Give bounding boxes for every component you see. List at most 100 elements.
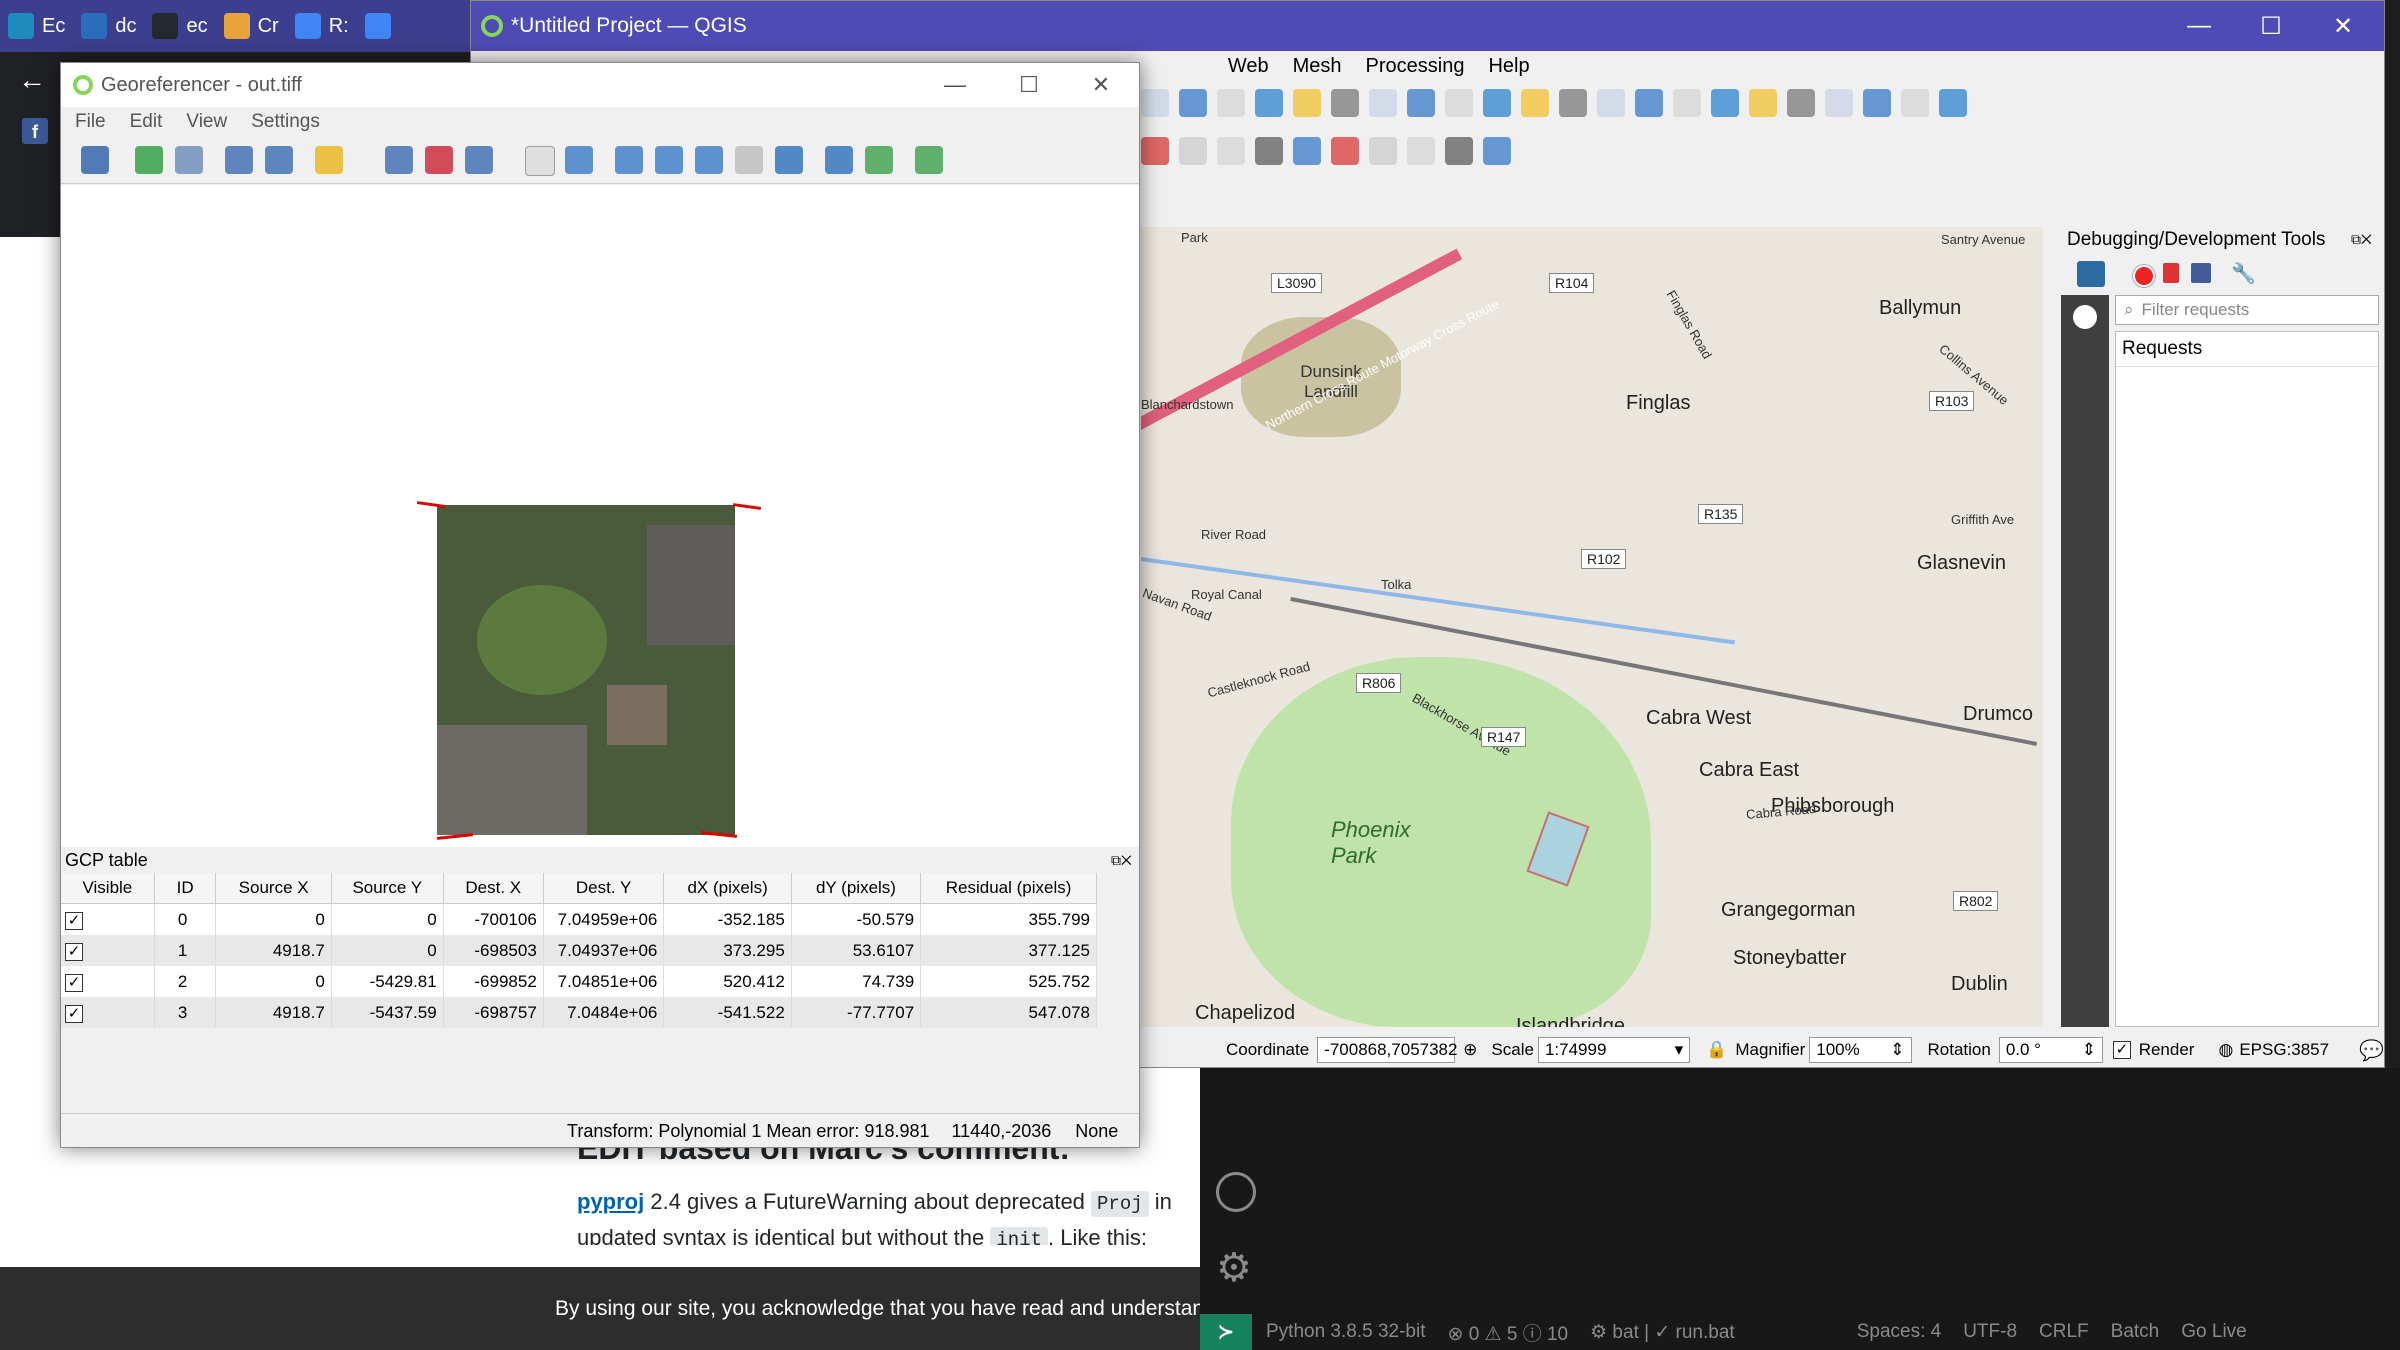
record-icon[interactable]: [2133, 265, 2155, 287]
toolbar-tool-icon[interactable]: [1407, 89, 1435, 117]
visible-checkbox[interactable]: ✓: [65, 973, 83, 992]
minimize-icon[interactable]: —: [2163, 1, 2235, 51]
vscode-status-item[interactable]: CRLF: [2039, 1321, 2089, 1343]
visible-checkbox[interactable]: ✓: [65, 1004, 83, 1023]
coordinate-field[interactable]: -700868,7057382: [1317, 1037, 1457, 1063]
vscode-status-item[interactable]: ⚙ bat | ✓ run.bat: [1590, 1321, 1735, 1344]
toolbar-tool-icon[interactable]: [1255, 137, 1283, 165]
georef-tool-icon[interactable]: [565, 146, 593, 174]
vscode-status-item[interactable]: Spaces: 4: [1857, 1321, 1942, 1343]
visible-checkbox[interactable]: ✓: [65, 942, 83, 961]
georef-menu-edit[interactable]: Edit: [130, 111, 163, 133]
georef-tool-icon[interactable]: [135, 146, 163, 174]
timer-icon[interactable]: [2073, 305, 2097, 329]
toolbar-tool-icon[interactable]: [1711, 89, 1739, 117]
rotation-spinbox[interactable]: 0.0 ° ⇕: [1998, 1037, 2104, 1063]
gcp-column-header[interactable]: Source Y: [331, 873, 444, 904]
toolbar-tool-icon[interactable]: [1331, 137, 1359, 165]
network-icon[interactable]: [2077, 261, 2105, 287]
toolbar-tool-icon[interactable]: [1521, 89, 1549, 117]
tools-icon[interactable]: 🔧: [2231, 261, 2256, 286]
requests-tree[interactable]: Requests: [2115, 331, 2379, 1027]
map-canvas[interactable]: Finglas Ballymun Glasnevin Cabra West Cabra …: [1141, 227, 2043, 1027]
messages-icon[interactable]: 💬: [2359, 1038, 2384, 1063]
toolbar-tool-icon[interactable]: [1863, 89, 1891, 117]
scale-combobox[interactable]: 1:74999 ▾: [1537, 1037, 1691, 1063]
save-icon[interactable]: [2191, 263, 2211, 283]
toolbar-tool-icon[interactable]: [1293, 89, 1321, 117]
gcp-table-row[interactable]: ✓ 1 4918.7 0 -698503 7.04937e+06 373.295 53.610…: [61, 935, 1097, 966]
gcp-visible-cell[interactable]: ✓: [61, 966, 155, 997]
vscode-status-item[interactable]: Go Live: [2181, 1321, 2246, 1343]
mouse-icon[interactable]: ⊕: [1463, 1040, 1477, 1060]
toolbar-tool-icon[interactable]: [1369, 137, 1397, 165]
vscode-status-item[interactable]: Python 3.8.5 32-bit: [1266, 1321, 1426, 1343]
toolbar-tool-icon[interactable]: [1293, 137, 1321, 165]
vscode-status-item[interactable]: ⊗ 0 ⚠ 5 ⓘ 10: [1448, 1319, 1569, 1346]
georef-tool-icon[interactable]: [315, 146, 343, 174]
browser-tab[interactable]: R:: [287, 0, 357, 52]
minimize-icon[interactable]: —: [919, 63, 991, 107]
vscode-status-item[interactable]: UTF-8: [1963, 1321, 2017, 1343]
georef-tool-icon[interactable]: [525, 146, 555, 176]
gcp-marker[interactable]: [732, 503, 762, 510]
georef-menu-view[interactable]: View: [186, 111, 227, 133]
lock-icon[interactable]: 🔒: [1706, 1040, 1727, 1060]
toolbar-tool-icon[interactable]: [1673, 89, 1701, 117]
toolbar-tool-icon[interactable]: [1255, 89, 1283, 117]
panel-float-icon[interactable]: ⧉✕: [2351, 231, 2372, 248]
menu-processing[interactable]: Processing: [1366, 55, 1465, 78]
toolbar-tool-icon[interactable]: [1369, 89, 1397, 117]
georef-tool-icon[interactable]: [225, 146, 253, 174]
gcp-visible-cell[interactable]: ✓: [61, 903, 155, 935]
facebook-icon[interactable]: f: [22, 118, 48, 144]
render-checkbox[interactable]: ✓: [2113, 1041, 2131, 1059]
toolbar-tool-icon[interactable]: [1179, 89, 1207, 117]
georef-tool-icon[interactable]: [615, 146, 643, 174]
georef-tool-icon[interactable]: [465, 146, 493, 174]
remote-icon[interactable]: ≻: [1200, 1314, 1252, 1350]
maximize-icon[interactable]: ☐: [993, 63, 1065, 107]
gcp-column-header[interactable]: ID: [154, 873, 217, 904]
settings-gear-icon[interactable]: ⚙: [1216, 1248, 1252, 1288]
vscode-status-item[interactable]: Batch: [2111, 1321, 2160, 1343]
back-arrow-icon[interactable]: ←: [18, 64, 46, 96]
gcp-marker[interactable]: [416, 501, 446, 508]
georef-tool-icon[interactable]: [915, 146, 943, 174]
toolbar-tool-icon[interactable]: [1901, 89, 1929, 117]
toolbar-tool-icon[interactable]: [1597, 89, 1625, 117]
gcp-column-header[interactable]: Source X: [215, 873, 332, 904]
toolbar-tool-icon[interactable]: [1217, 137, 1245, 165]
georef-tool-icon[interactable]: [265, 146, 293, 174]
georef-tool-icon[interactable]: [775, 146, 803, 174]
toolbar-tool-icon[interactable]: [1825, 89, 1853, 117]
georef-tool-icon[interactable]: [425, 146, 453, 174]
toolbar-tool-icon[interactable]: [1787, 89, 1815, 117]
toolbar-tool-icon[interactable]: [1559, 89, 1587, 117]
gcp-table-row[interactable]: ✓ 2 0 -5429.81 -699852 7.04851e+06 520.412 74.7…: [61, 966, 1097, 997]
browser-tab[interactable]: [357, 0, 407, 52]
close-icon[interactable]: ✕: [1065, 63, 1137, 107]
toolbar-tool-icon[interactable]: [1445, 137, 1473, 165]
delete-icon[interactable]: [2163, 263, 2179, 283]
georef-tool-icon[interactable]: [385, 146, 413, 174]
toolbar-tool-icon[interactable]: [1939, 89, 1967, 117]
menu-web[interactable]: Web: [1228, 55, 1269, 78]
toolbar-tool-icon[interactable]: [1217, 89, 1245, 117]
georef-tool-icon[interactable]: [81, 146, 109, 174]
account-icon[interactable]: [1216, 1172, 1256, 1212]
toolbar-tool-icon[interactable]: [1141, 89, 1169, 117]
gcp-visible-cell[interactable]: ✓: [61, 935, 155, 966]
toolbar-tool-icon[interactable]: [1749, 89, 1777, 117]
browser-tab[interactable]: Ec: [0, 0, 73, 52]
magnifier-spinbox[interactable]: 100% ⇕: [1809, 1037, 1912, 1063]
filter-requests-input[interactable]: ⌕ Filter requests: [2115, 295, 2379, 325]
pyproj-link[interactable]: pyproj: [577, 1189, 644, 1214]
georef-tool-icon[interactable]: [865, 146, 893, 174]
gcp-visible-cell[interactable]: ✓: [61, 997, 155, 1028]
browser-tab[interactable]: dc: [73, 0, 144, 52]
toolbar-tool-icon[interactable]: [1331, 89, 1359, 117]
gcp-table-row[interactable]: ✓ 3 4918.7 -5437.59 -698757 7.0484e+06 -541.52…: [61, 997, 1097, 1028]
toolbar-tool-icon[interactable]: [1179, 137, 1207, 165]
georef-tool-icon[interactable]: [175, 146, 203, 174]
